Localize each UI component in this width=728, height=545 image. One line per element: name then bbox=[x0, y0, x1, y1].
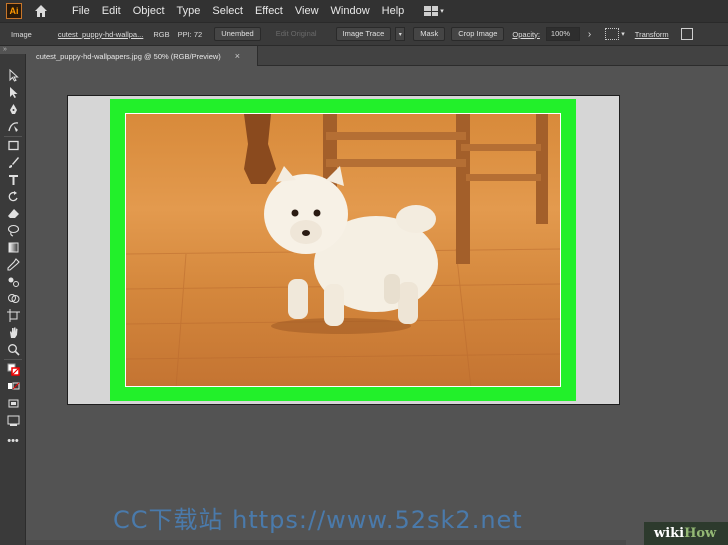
rectangle-icon[interactable] bbox=[6, 138, 20, 152]
ppi-label: PPI: 72 bbox=[177, 29, 203, 39]
fill-stroke-icon[interactable] bbox=[6, 362, 20, 376]
direct-selection-icon[interactable] bbox=[6, 85, 20, 99]
mask-button[interactable]: Mask bbox=[413, 27, 446, 41]
chevron-right-icon[interactable]: › bbox=[588, 29, 591, 40]
shape-builder-icon[interactable] bbox=[6, 291, 20, 305]
opacity-input[interactable]: 100% bbox=[545, 27, 580, 41]
edit-original-button[interactable]: Edit Original bbox=[269, 27, 324, 41]
chevron-down-icon: ▾ bbox=[440, 8, 444, 15]
blend-icon[interactable] bbox=[6, 274, 20, 288]
linked-file-link[interactable]: cutest_puppy-hd-wallpa... bbox=[58, 30, 143, 39]
menu-type[interactable]: Type bbox=[171, 0, 207, 22]
menu-view[interactable]: View bbox=[289, 0, 325, 22]
screen-mode-icon[interactable] bbox=[6, 396, 20, 410]
workspace-grid-icon bbox=[424, 6, 439, 16]
puppy-photo-illustration bbox=[126, 114, 560, 386]
align-dropdown-icon[interactable]: ▾ bbox=[621, 30, 625, 38]
eyedropper-icon[interactable] bbox=[6, 257, 20, 271]
tools-panel: ••• bbox=[0, 54, 26, 545]
document-tab[interactable]: cutest_puppy-hd-wallpapers.jpg @ 50% (RG… bbox=[26, 46, 258, 66]
crop-image-button[interactable]: Crop Image bbox=[451, 27, 505, 41]
workspace-switcher[interactable]: ▾ bbox=[424, 6, 444, 16]
zoom-icon[interactable] bbox=[6, 342, 20, 356]
gradient-icon[interactable] bbox=[6, 240, 20, 254]
paintbrush-icon[interactable] bbox=[6, 155, 20, 169]
menu-edit[interactable]: Edit bbox=[96, 0, 127, 22]
menu-help[interactable]: Help bbox=[376, 0, 411, 22]
hand-icon[interactable] bbox=[6, 325, 20, 339]
type-icon[interactable] bbox=[6, 172, 20, 186]
pen-icon[interactable] bbox=[6, 102, 20, 116]
color-mode-label: RGB bbox=[153, 29, 170, 39]
menu-window[interactable]: Window bbox=[325, 0, 376, 22]
menu-object[interactable]: Object bbox=[127, 0, 171, 22]
menu-file[interactable]: File bbox=[66, 0, 96, 22]
image-trace-button[interactable]: Image Trace bbox=[335, 27, 392, 41]
image-trace-dropdown[interactable]: ▾ bbox=[395, 27, 406, 41]
close-icon[interactable]: × bbox=[235, 51, 240, 61]
placed-image-puppy[interactable] bbox=[125, 113, 561, 387]
document-tab-bar: cutest_puppy-hd-wallpapers.jpg @ 50% (RG… bbox=[26, 46, 728, 66]
transform-each-icon[interactable] bbox=[680, 28, 693, 40]
document-tab-title: cutest_puppy-hd-wallpapers.jpg @ 50% (RG… bbox=[36, 51, 221, 61]
eraser-icon[interactable] bbox=[6, 206, 20, 220]
selection-type-label: Image bbox=[11, 29, 32, 39]
menu-items: File Edit Object Type Select Effect View… bbox=[66, 0, 410, 22]
panel-collapse-icon[interactable]: » bbox=[0, 46, 26, 54]
menu-bar: Ai File Edit Object Type Select Effect V… bbox=[0, 0, 728, 22]
screen-mode-alt-icon[interactable] bbox=[6, 413, 20, 427]
image-trace-group: Image Trace ▾ bbox=[335, 27, 406, 41]
wikihow-logo-how: How bbox=[684, 526, 717, 541]
more-tools-icon[interactable]: ••• bbox=[6, 434, 20, 448]
horizontal-scrollbar[interactable] bbox=[26, 540, 626, 545]
lasso-icon[interactable] bbox=[6, 223, 20, 237]
unembed-button[interactable]: Unembed bbox=[214, 27, 261, 41]
menu-select[interactable]: Select bbox=[206, 0, 249, 22]
opacity-label[interactable]: Opacity: bbox=[512, 30, 540, 39]
wikihow-logo-wiki: wiki bbox=[654, 526, 685, 541]
curvature-icon[interactable] bbox=[6, 119, 20, 133]
menu-effect[interactable]: Effect bbox=[249, 0, 289, 22]
site-watermark: CC下载站 https://www.52sk2.net bbox=[113, 506, 523, 534]
home-icon[interactable] bbox=[34, 4, 48, 18]
transform-link[interactable]: Transform bbox=[635, 30, 669, 39]
wikihow-logo: wiki How bbox=[644, 522, 728, 545]
control-bar: Image cutest_puppy-hd-wallpa... RGB PPI:… bbox=[0, 22, 728, 46]
illustrator-logo: Ai bbox=[6, 3, 22, 19]
artboard-icon[interactable] bbox=[6, 308, 20, 322]
align-icon[interactable] bbox=[605, 28, 620, 40]
rotate-icon[interactable] bbox=[6, 189, 20, 203]
drawing-mode-icon[interactable] bbox=[6, 379, 20, 393]
selection-icon[interactable] bbox=[6, 68, 20, 82]
